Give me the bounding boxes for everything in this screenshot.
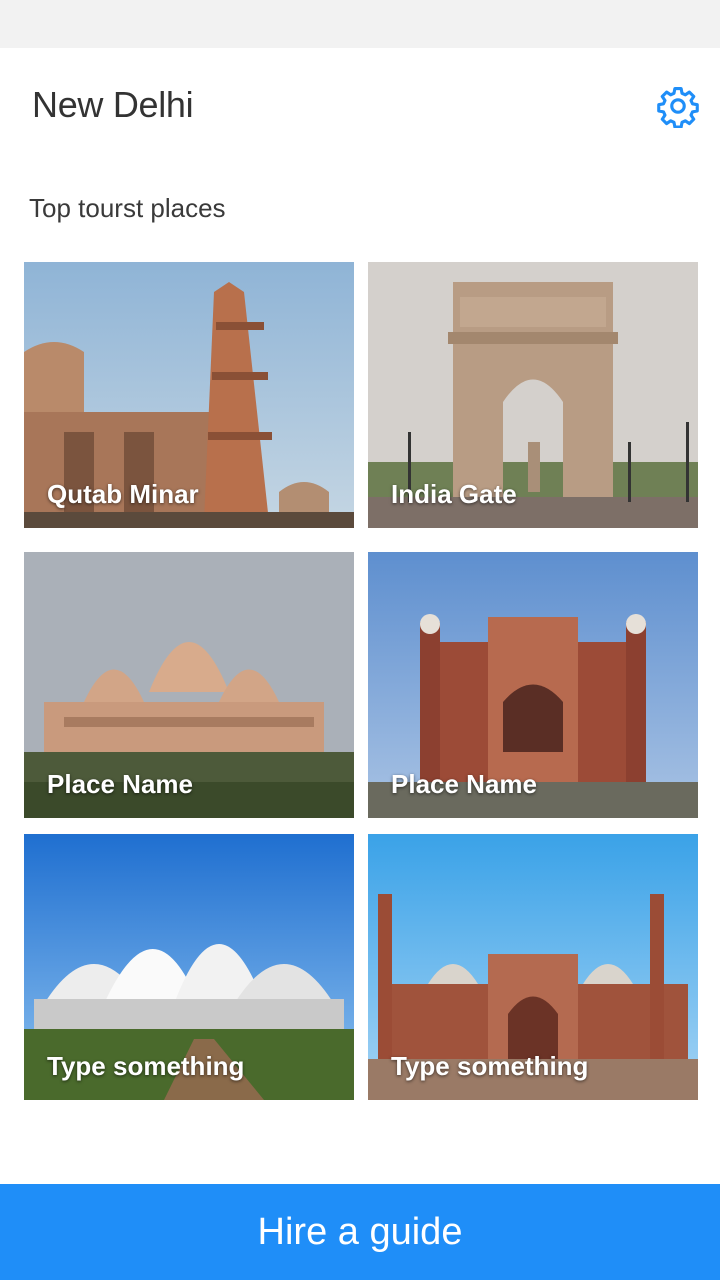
place-card-qutab-minar[interactable]: Qutab Minar bbox=[24, 262, 354, 528]
place-card-india-gate[interactable]: India Gate bbox=[368, 262, 698, 528]
city-title: New Delhi bbox=[32, 84, 194, 125]
hire-guide-button[interactable]: Hire a guide bbox=[0, 1184, 720, 1280]
place-label: Qutab Minar bbox=[47, 479, 199, 509]
place-card-jama-masjid[interactable]: Type something bbox=[368, 834, 698, 1100]
app-header: New Delhi bbox=[0, 48, 720, 168]
section-title: Top tourst places bbox=[29, 193, 226, 223]
gear-icon bbox=[657, 87, 699, 129]
place-label: India Gate bbox=[391, 479, 517, 509]
place-label: Type something bbox=[391, 1051, 589, 1081]
place-label: Place Name bbox=[391, 769, 537, 799]
place-card-lotus[interactable]: Type something bbox=[24, 834, 354, 1100]
place-label: Type something bbox=[47, 1051, 245, 1081]
settings-button[interactable] bbox=[656, 84, 700, 129]
place-label: Place Name bbox=[47, 769, 193, 799]
place-card-akshardham[interactable]: Place Name bbox=[24, 552, 354, 818]
place-card-gate[interactable]: Place Name bbox=[368, 552, 698, 818]
status-bar bbox=[0, 0, 720, 48]
